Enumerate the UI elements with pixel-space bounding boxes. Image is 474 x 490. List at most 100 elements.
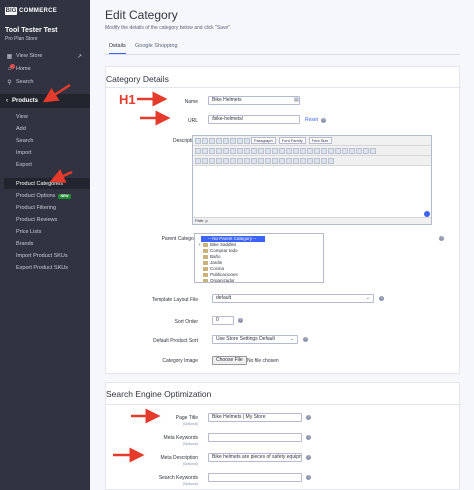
superscript-icon[interactable] bbox=[300, 157, 306, 164]
media-icon[interactable] bbox=[321, 157, 327, 164]
description-editor[interactable]: Paragraph Font Family Font Size Path: p bbox=[192, 135, 432, 225]
sidebar-sub-add[interactable]: Add bbox=[16, 126, 26, 132]
remove-format-icon[interactable] bbox=[279, 157, 285, 164]
tree-item[interactable]: Bike Saddles bbox=[203, 242, 236, 247]
subscript-icon[interactable] bbox=[293, 157, 299, 164]
parent-category-tree[interactable]: -- No Parent Category -- + Bike Saddles … bbox=[194, 233, 324, 283]
sidebar-sub-product-filtering[interactable]: Product Filtering bbox=[16, 205, 56, 211]
paste-text-icon[interactable] bbox=[216, 147, 222, 154]
help-icon[interactable]: ? bbox=[306, 475, 311, 480]
fullscreen-icon[interactable] bbox=[328, 157, 334, 164]
default-sort-select[interactable]: Use Store Settings Default ⌄ bbox=[212, 335, 298, 344]
cleanup-icon[interactable] bbox=[321, 147, 327, 154]
anchor-icon[interactable] bbox=[307, 147, 313, 154]
font-family-select[interactable]: Font Family bbox=[278, 137, 306, 144]
row-props-icon[interactable] bbox=[202, 157, 208, 164]
sidebar-item-view-store[interactable]: ▦ View Store ↗ bbox=[0, 51, 90, 61]
help-icon[interactable]: ? bbox=[379, 296, 384, 301]
link-icon[interactable] bbox=[293, 147, 299, 154]
sidebar-sub-brands[interactable]: Brands bbox=[16, 241, 33, 247]
resize-handle-icon[interactable] bbox=[424, 211, 430, 217]
justify-icon[interactable] bbox=[244, 137, 250, 144]
replace-icon[interactable] bbox=[237, 147, 243, 154]
cell-props-icon[interactable] bbox=[209, 157, 215, 164]
help-icon[interactable]: ? bbox=[306, 455, 311, 460]
row-after-icon[interactable] bbox=[223, 157, 229, 164]
merge-cells-icon[interactable] bbox=[265, 157, 271, 164]
help-icon[interactable]: ? bbox=[303, 337, 308, 342]
text-helper-icon[interactable]: ▤ bbox=[294, 97, 299, 103]
tab-details[interactable]: Details bbox=[109, 43, 126, 54]
sidebar-sub-export-skus[interactable]: Export Product SKUs bbox=[16, 265, 68, 271]
sidebar-sub-search[interactable]: Search bbox=[16, 138, 33, 144]
sidebar-item-products[interactable]: ‹ Products bbox=[0, 94, 90, 108]
sidebar-sub-import[interactable]: Import bbox=[16, 150, 32, 156]
split-cells-icon[interactable] bbox=[258, 157, 264, 164]
text-color-icon[interactable] bbox=[363, 147, 369, 154]
meta-description-input[interactable]: Bike helmets are pieces of safety equipm bbox=[208, 453, 302, 462]
help-icon[interactable]: ? bbox=[238, 318, 243, 323]
search-keywords-input[interactable] bbox=[208, 473, 302, 482]
help-icon[interactable]: ? bbox=[306, 435, 311, 440]
background-color-icon[interactable] bbox=[370, 147, 376, 154]
image-icon[interactable] bbox=[314, 147, 320, 154]
col-before-icon[interactable] bbox=[237, 157, 243, 164]
tree-item[interactable]: Cocina bbox=[203, 266, 224, 271]
redo-icon[interactable] bbox=[286, 147, 292, 154]
row-before-icon[interactable] bbox=[216, 157, 222, 164]
tree-item[interactable]: Baño bbox=[203, 254, 221, 259]
delete-col-icon[interactable] bbox=[251, 157, 257, 164]
page-title-input[interactable]: Bike Helmets | My Store bbox=[208, 413, 302, 422]
date-icon[interactable] bbox=[342, 147, 348, 154]
align-center-icon[interactable] bbox=[230, 137, 236, 144]
sort-order-input[interactable]: 0 bbox=[212, 316, 234, 325]
paste-word-icon[interactable] bbox=[223, 147, 229, 154]
bigcommerce-logo[interactable]: BIG COMMERCE bbox=[5, 6, 57, 15]
sidebar-sub-product-options[interactable]: Product Options NEW bbox=[16, 193, 71, 199]
outdent-icon[interactable] bbox=[258, 147, 264, 154]
hr-icon[interactable] bbox=[272, 157, 278, 164]
number-list-icon[interactable] bbox=[251, 147, 257, 154]
font-size-select[interactable]: Font Size bbox=[308, 137, 332, 144]
sidebar-sub-export[interactable]: Export bbox=[16, 162, 32, 168]
undo-icon[interactable] bbox=[279, 147, 285, 154]
sidebar-sub-product-reviews[interactable]: Product Reviews bbox=[16, 217, 57, 223]
find-icon[interactable] bbox=[230, 147, 236, 154]
charmap-icon[interactable] bbox=[307, 157, 313, 164]
cut-icon[interactable] bbox=[195, 147, 201, 154]
sidebar-sub-import-skus[interactable]: Import Product SKUs bbox=[16, 253, 68, 259]
help-icon[interactable] bbox=[328, 147, 334, 154]
unlink-icon[interactable] bbox=[300, 147, 306, 154]
time-icon[interactable] bbox=[349, 147, 355, 154]
sidebar-sub-price-lists[interactable]: Price Lists bbox=[16, 229, 41, 235]
sidebar-sub-product-categories[interactable]: Product Categories bbox=[4, 178, 90, 189]
name-input[interactable]: Bike Helmets bbox=[208, 96, 300, 105]
tab-google-shopping[interactable]: Google Shopping bbox=[135, 43, 178, 49]
tree-item[interactable]: Publicaciones bbox=[203, 272, 238, 277]
underline-icon[interactable] bbox=[209, 137, 215, 144]
strikethrough-icon[interactable] bbox=[216, 137, 222, 144]
italic-icon[interactable] bbox=[202, 137, 208, 144]
blockquote-icon[interactable] bbox=[272, 147, 278, 154]
table-icon[interactable] bbox=[195, 157, 201, 164]
help-icon[interactable]: ? bbox=[439, 236, 444, 241]
sidebar-sub-view[interactable]: View bbox=[16, 114, 28, 120]
bullet-list-icon[interactable] bbox=[244, 147, 250, 154]
sidebar-item-home[interactable]: ⌂ Home bbox=[0, 64, 90, 74]
visual-aid-icon[interactable] bbox=[286, 157, 292, 164]
code-icon[interactable] bbox=[335, 147, 341, 154]
col-after-icon[interactable] bbox=[244, 157, 250, 164]
paste-icon[interactable] bbox=[209, 147, 215, 154]
align-right-icon[interactable] bbox=[237, 137, 243, 144]
url-input[interactable]: /bike-helmets/ bbox=[208, 115, 300, 124]
tree-item[interactable]: Jardin bbox=[203, 260, 222, 265]
bold-icon[interactable] bbox=[195, 137, 201, 144]
paragraph-select[interactable]: Paragraph bbox=[251, 137, 276, 144]
expand-icon[interactable]: + bbox=[198, 242, 201, 247]
align-left-icon[interactable] bbox=[223, 137, 229, 144]
sidebar-item-search[interactable]: ⚲ Search bbox=[0, 77, 90, 87]
help-icon[interactable]: ? bbox=[321, 118, 326, 123]
reset-url-link[interactable]: Reset bbox=[305, 117, 318, 123]
tree-item[interactable]: Comprar todo bbox=[203, 248, 238, 253]
help-icon[interactable]: ? bbox=[306, 415, 311, 420]
